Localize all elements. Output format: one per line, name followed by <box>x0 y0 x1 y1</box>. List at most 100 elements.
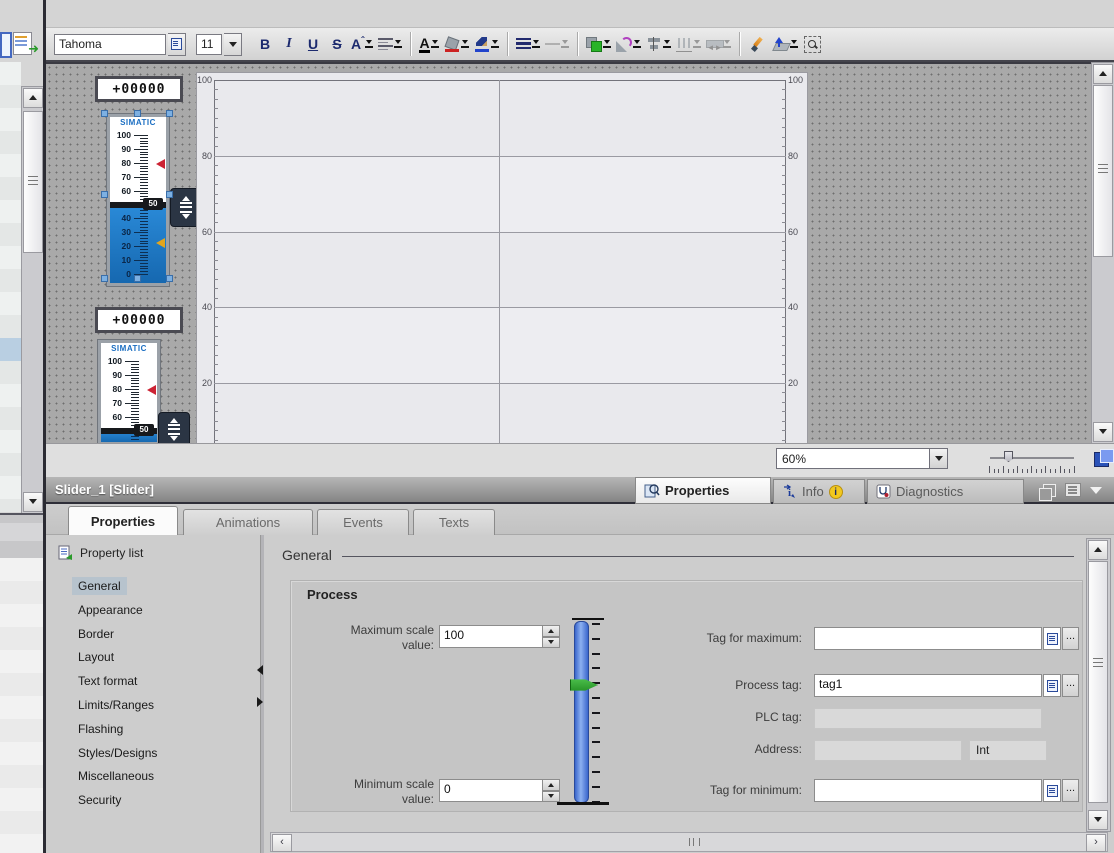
font-list-icon[interactable] <box>168 33 186 56</box>
format-painter-button[interactable] <box>747 32 769 56</box>
selection-handle[interactable] <box>166 110 173 117</box>
dropdown-icon[interactable] <box>532 38 541 50</box>
border-color-button[interactable] <box>473 32 501 56</box>
tag-list-icon[interactable] <box>1043 627 1061 650</box>
scroll-down-icon[interactable] <box>23 492 43 512</box>
slider-widget[interactable]: SIMATIC100908070605050 <box>98 340 160 443</box>
font-size-up-button[interactable]: Aˆ <box>350 32 375 56</box>
io-field-widget[interactable]: +00000 <box>95 307 183 333</box>
fit-to-window-icon[interactable] <box>1093 448 1114 470</box>
scroll-down-icon[interactable] <box>1088 810 1108 830</box>
subtab-events[interactable]: Events <box>317 509 409 535</box>
screen-editor-canvas[interactable]: +00000+00000SIMATIC100908070605040302010… <box>46 62 1091 443</box>
nav-item-text-format[interactable]: Text format <box>72 672 143 690</box>
trend-view-widget[interactable]: 1001008080606040402020 <box>196 72 808 443</box>
scroll-left-icon[interactable]: ‹ <box>272 834 292 852</box>
dropdown-icon[interactable] <box>491 38 500 50</box>
canvas-vertical-scrollbar[interactable] <box>1091 62 1114 445</box>
order-button[interactable] <box>585 32 613 56</box>
line-weight-button[interactable] <box>544 32 571 56</box>
match-size-button[interactable]: ◄► <box>705 32 733 56</box>
minimum-scale-input[interactable]: 0 <box>439 779 543 802</box>
float-panel-icon[interactable] <box>1043 484 1056 497</box>
line-style-button[interactable] <box>515 32 542 56</box>
dropdown-icon[interactable] <box>633 38 642 50</box>
zoom-slider-handle[interactable] <box>1004 451 1013 462</box>
nav-item-security[interactable]: Security <box>72 791 127 809</box>
strikethrough-button[interactable]: S <box>326 32 348 56</box>
nav-item-layout[interactable]: Layout <box>72 648 120 666</box>
subtab-properties[interactable]: Properties <box>68 506 178 535</box>
zoom-area-button[interactable] <box>802 32 824 56</box>
scrollbar-thumb[interactable] <box>23 111 43 253</box>
font-family-combo[interactable]: Tahoma <box>54 34 166 55</box>
process-tag-input[interactable]: tag1 <box>814 674 1042 697</box>
browse-button[interactable]: ... <box>1062 674 1079 697</box>
align-objects-button[interactable] <box>645 32 673 56</box>
nav-item-appearance[interactable]: Appearance <box>72 601 149 619</box>
maximum-scale-spinner[interactable] <box>542 625 560 648</box>
minimum-scale-spinner[interactable] <box>542 779 560 802</box>
inspector-vertical-scrollbar[interactable] <box>1086 538 1111 832</box>
dropdown-icon[interactable] <box>693 38 702 50</box>
side-panel-scrollbar[interactable] <box>21 86 45 514</box>
zoom-level-combo[interactable]: 60% <box>776 448 948 469</box>
splitter-collapse-right-icon[interactable] <box>257 697 263 707</box>
italic-button[interactable]: I <box>278 32 300 56</box>
scroll-up-icon[interactable] <box>23 88 43 108</box>
align-button[interactable] <box>377 32 404 56</box>
subtab-animations[interactable]: Animations <box>183 509 313 535</box>
inspector-tab-info[interactable]: iInfoi <box>773 479 865 504</box>
nav-item-styles-designs[interactable]: Styles/Designs <box>72 744 163 762</box>
scroll-up-icon[interactable] <box>1093 64 1113 84</box>
nav-item-flashing[interactable]: Flashing <box>72 720 129 738</box>
browse-button[interactable]: ... <box>1062 779 1079 802</box>
distribute-button[interactable] <box>675 32 703 56</box>
scrollbar-grip[interactable] <box>689 838 700 846</box>
nav-item-miscellaneous[interactable]: Miscellaneous <box>72 767 160 785</box>
dropdown-icon[interactable] <box>394 38 403 50</box>
scroll-down-icon[interactable] <box>1093 422 1113 442</box>
selection-handle[interactable] <box>134 275 141 282</box>
selection-handle[interactable] <box>166 191 173 198</box>
selection-handle[interactable] <box>101 191 108 198</box>
collapse-panel-icon[interactable] <box>1090 487 1102 494</box>
tag-for-maximum-input[interactable] <box>814 627 1042 650</box>
dropdown-icon[interactable] <box>561 38 570 50</box>
dropdown-icon[interactable] <box>461 38 470 50</box>
layer-button[interactable] <box>771 32 800 56</box>
dropdown-icon[interactable] <box>431 38 440 50</box>
subtab-texts[interactable]: Texts <box>413 509 495 535</box>
selection-handle[interactable] <box>134 110 141 117</box>
scroll-right-icon[interactable]: › <box>1086 834 1106 852</box>
scroll-up-icon[interactable] <box>1088 540 1108 560</box>
underline-button[interactable]: U <box>302 32 324 56</box>
io-field-widget[interactable]: +00000 <box>95 76 183 102</box>
inspector-horizontal-scrollbar[interactable]: ‹ › <box>270 832 1108 852</box>
panel-splitter[interactable] <box>260 535 264 853</box>
slider-updown-button[interactable] <box>158 412 190 443</box>
maximum-scale-input[interactable]: 100 <box>439 625 543 648</box>
background-color-button[interactable] <box>443 32 471 56</box>
zoom-dropdown-icon[interactable] <box>929 449 947 468</box>
selection-handle[interactable] <box>166 275 173 282</box>
font-size-combo[interactable]: 11 <box>196 34 222 55</box>
splitter-collapse-left-icon[interactable] <box>257 665 263 675</box>
dropdown-icon[interactable] <box>365 38 374 50</box>
selection-handle[interactable] <box>101 275 108 282</box>
font-color-button[interactable]: A <box>418 32 440 56</box>
inspector-tab-diagnostics[interactable]: Diagnostics <box>867 479 1024 504</box>
dropdown-icon[interactable] <box>663 38 672 50</box>
tag-list-icon[interactable] <box>1043 674 1061 697</box>
panel-list-icon[interactable] <box>1065 483 1081 497</box>
selection-handle[interactable] <box>101 110 108 117</box>
browse-button[interactable]: ... <box>1062 627 1079 650</box>
bold-button[interactable]: B <box>254 32 276 56</box>
nav-item-border[interactable]: Border <box>72 625 120 643</box>
dropdown-icon[interactable] <box>790 38 799 50</box>
tag-list-icon[interactable] <box>1043 779 1061 802</box>
dropdown-icon[interactable] <box>603 38 612 50</box>
rotate-button[interactable] <box>615 32 643 56</box>
scrollbar-thumb[interactable] <box>1088 561 1108 803</box>
font-size-dropdown-icon[interactable] <box>224 33 242 56</box>
